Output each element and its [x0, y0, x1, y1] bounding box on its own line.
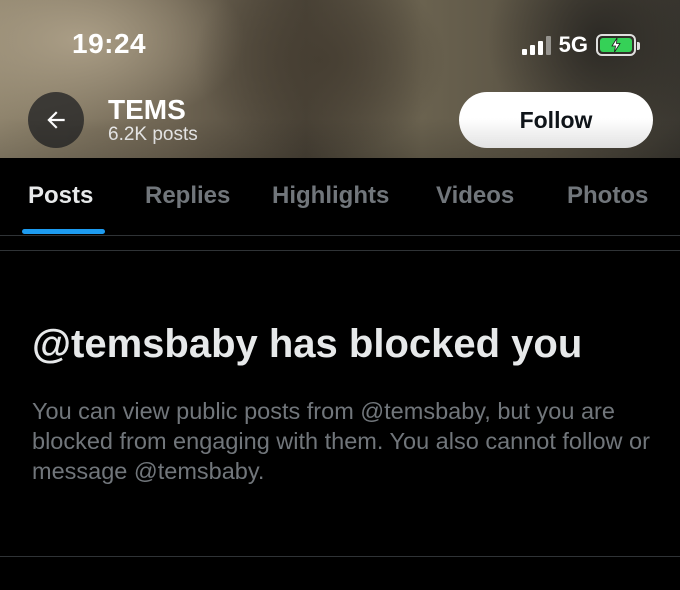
tab-highlights[interactable]: Highlights	[272, 182, 389, 210]
battery-charging-icon	[596, 34, 640, 56]
tab-posts[interactable]: Posts	[28, 182, 93, 210]
profile-name: TEMS	[108, 94, 186, 125]
blocked-title: @temsbaby has blocked you	[32, 322, 583, 366]
profile-tabs: Posts Replies Highlights Videos Photos	[0, 158, 680, 236]
follow-button[interactable]: Follow	[459, 92, 653, 148]
back-button[interactable]	[28, 92, 84, 148]
status-icons: 5G	[521, 32, 640, 58]
tab-videos[interactable]: Videos	[436, 182, 514, 210]
content-divider-bottom	[0, 556, 680, 557]
status-time: 19:24	[72, 28, 147, 59]
arrow-left-icon	[47, 111, 65, 129]
blocked-description: You can view public posts from @temsbaby…	[32, 398, 650, 484]
network-type: 5G	[558, 32, 588, 57]
tabs-divider	[0, 235, 680, 236]
profile-posts-count: 6.2K posts	[108, 124, 198, 145]
content-divider-top	[0, 250, 680, 251]
active-tab-indicator	[22, 229, 105, 234]
tab-replies[interactable]: Replies	[145, 182, 230, 210]
signal-icon	[521, 35, 551, 55]
profile-header: 19:24 5G TEMS 6.2K posts Follow	[0, 0, 680, 158]
tab-photos[interactable]: Photos	[567, 182, 648, 210]
